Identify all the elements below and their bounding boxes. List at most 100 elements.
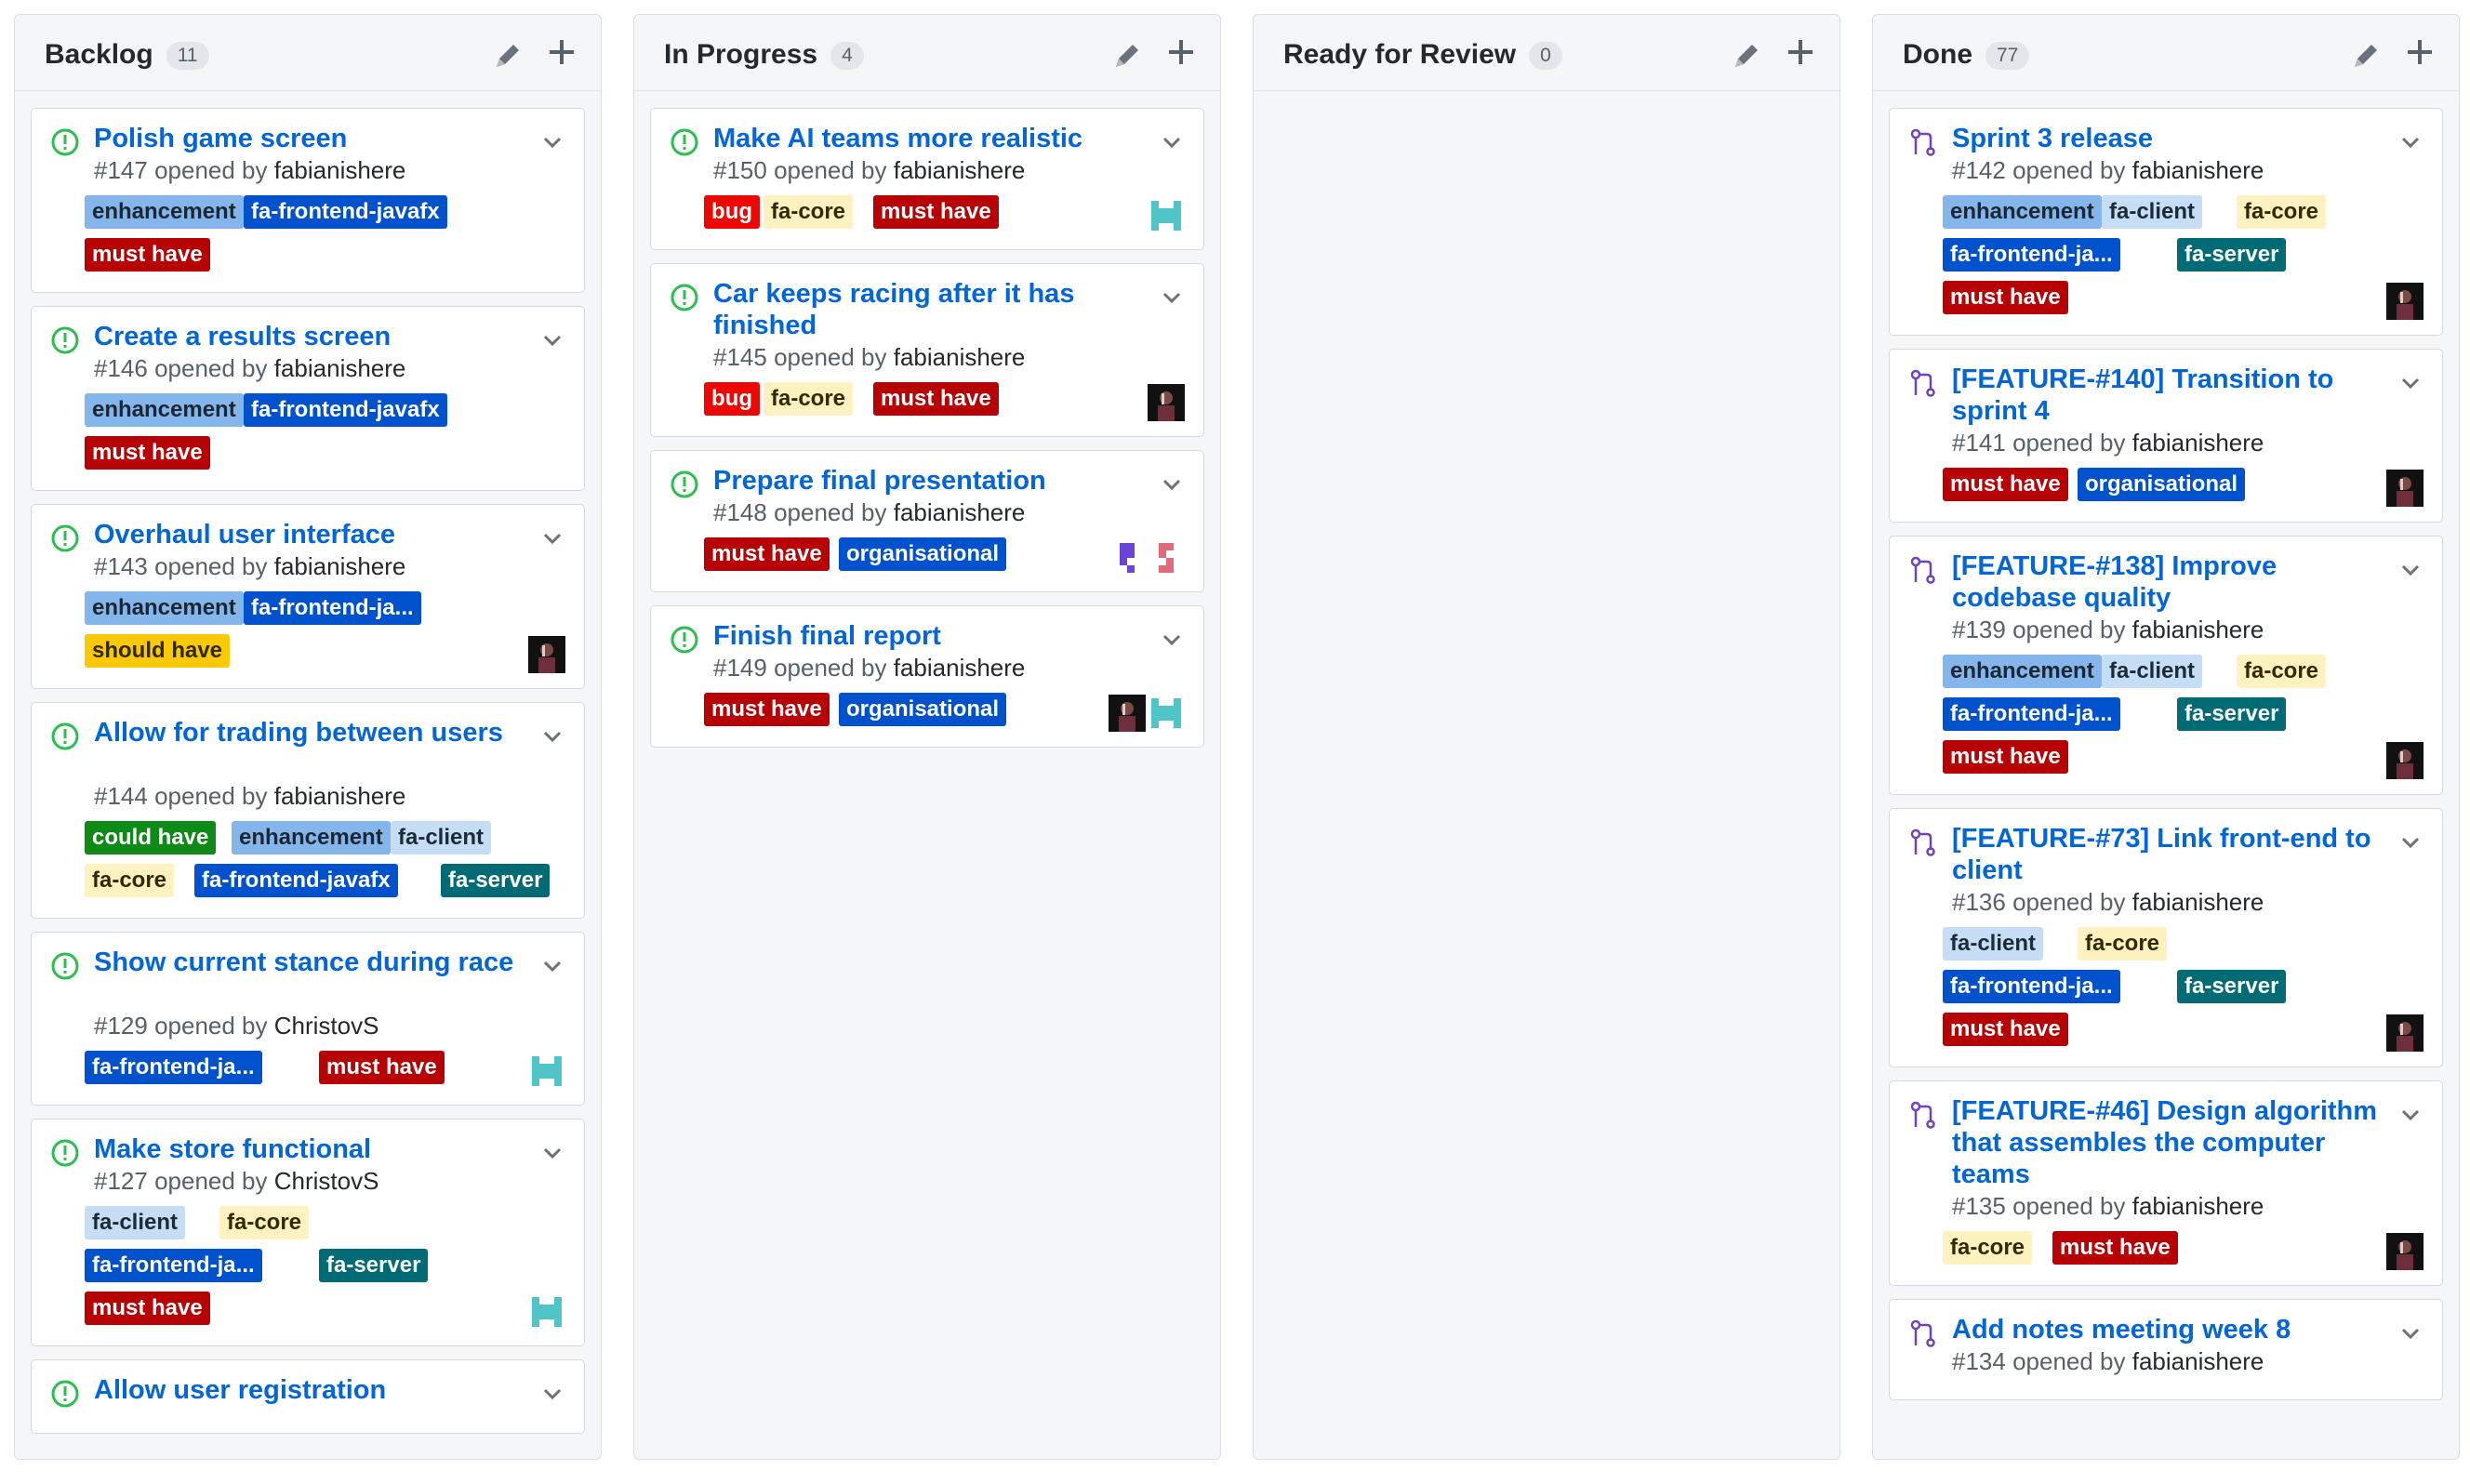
- teal-identicon-avatar[interactable]: [528, 1053, 565, 1090]
- label-must-have[interactable]: must have: [704, 693, 830, 726]
- card-title-link[interactable]: Finish final report: [713, 620, 1150, 652]
- issue-card[interactable]: Show current stance during race #129 open…: [31, 932, 585, 1106]
- label-fa-frontend-ja[interactable]: fa-frontend-ja...: [1943, 238, 2120, 272]
- edit-icon[interactable]: [489, 37, 526, 74]
- label-could-have[interactable]: could have: [85, 821, 217, 855]
- chevron-down-icon[interactable]: [2397, 557, 2424, 583]
- label-must-have[interactable]: must have: [2052, 1231, 2178, 1265]
- chevron-down-icon[interactable]: [539, 1381, 565, 1407]
- label-enhancement[interactable]: enhancement: [1943, 655, 2102, 688]
- issue-card[interactable]: Sprint 3 release #142 opened by fabianish…: [1889, 108, 2443, 336]
- edit-icon[interactable]: [2347, 37, 2384, 74]
- label-fa-client[interactable]: fa-client: [2102, 195, 2203, 229]
- card-title-link[interactable]: [FEATURE-#73] Link front-end to client: [1952, 823, 2389, 886]
- label-fa-frontend-javafx[interactable]: fa-frontend-javafx: [244, 195, 447, 229]
- label-must-have[interactable]: must have: [704, 537, 830, 571]
- photo-avatar[interactable]: [528, 636, 565, 673]
- label-fa-frontend-javafx[interactable]: fa-frontend-javafx: [244, 393, 447, 427]
- card-title-link[interactable]: [FEATURE-#138] Improve codebase quality: [1952, 550, 2389, 614]
- card-title-link[interactable]: Show current stance during race: [94, 947, 531, 978]
- photo-avatar[interactable]: [1109, 695, 1146, 732]
- author-name[interactable]: ChristovS: [274, 1012, 379, 1040]
- chevron-down-icon[interactable]: [2397, 370, 2424, 396]
- label-fa-core[interactable]: fa-core: [219, 1206, 310, 1239]
- author-name[interactable]: fabianishere: [894, 498, 1026, 526]
- card-title-link[interactable]: Allow for trading between users: [94, 717, 531, 749]
- label-fa-server[interactable]: fa-server: [2177, 697, 2287, 731]
- label-fa-core[interactable]: fa-core: [85, 864, 175, 897]
- photo-avatar[interactable]: [2386, 1014, 2424, 1052]
- card-title-link[interactable]: Overhaul user interface: [94, 519, 531, 550]
- author-name[interactable]: fabianishere: [274, 156, 406, 184]
- author-name[interactable]: fabianishere: [894, 654, 1026, 682]
- label-organisational[interactable]: organisational: [2078, 468, 2246, 501]
- issue-card[interactable]: Finish final report #149 opened by fabian…: [650, 605, 1204, 748]
- teal-identicon-avatar[interactable]: [1148, 695, 1185, 732]
- issue-card[interactable]: [FEATURE-#46] Design algorithm that asse…: [1889, 1080, 2443, 1286]
- author-name[interactable]: fabianishere: [894, 156, 1026, 184]
- photo-avatar[interactable]: [2386, 742, 2424, 779]
- label-enhancement[interactable]: enhancement: [1943, 195, 2102, 229]
- chevron-down-icon[interactable]: [2397, 1320, 2424, 1346]
- card-title-link[interactable]: Make AI teams more realistic: [713, 123, 1150, 154]
- edit-icon[interactable]: [1728, 37, 1765, 74]
- label-must-have[interactable]: must have: [873, 382, 999, 416]
- label-fa-frontend-ja[interactable]: fa-frontend-ja...: [244, 591, 421, 625]
- label-fa-client[interactable]: fa-client: [1943, 927, 2044, 961]
- author-name[interactable]: fabianishere: [2132, 1347, 2264, 1375]
- chevron-down-icon[interactable]: [2397, 129, 2424, 155]
- label-fa-client[interactable]: fa-client: [2102, 655, 2203, 688]
- author-name[interactable]: fabianishere: [2132, 616, 2264, 643]
- teal-identicon-avatar[interactable]: [1148, 197, 1185, 234]
- card-title-link[interactable]: Allow user registration: [94, 1374, 531, 1406]
- chevron-down-icon[interactable]: [2397, 1102, 2424, 1128]
- label-fa-frontend-ja[interactable]: fa-frontend-ja...: [1943, 970, 2120, 1003]
- plus-icon[interactable]: [543, 33, 580, 71]
- label-organisational[interactable]: organisational: [839, 537, 1007, 571]
- issue-card[interactable]: Overhaul user interface #143 opened by fa…: [31, 504, 585, 689]
- label-fa-server[interactable]: fa-server: [319, 1249, 429, 1282]
- author-name[interactable]: fabianishere: [274, 354, 406, 382]
- issue-card[interactable]: [FEATURE-#138] Improve codebase quality #…: [1889, 536, 2443, 795]
- issue-card[interactable]: Allow for trading between users #144 open…: [31, 702, 585, 919]
- label-must-have[interactable]: must have: [1943, 468, 2068, 501]
- issue-card[interactable]: [FEATURE-#73] Link front-end to client #1…: [1889, 808, 2443, 1067]
- chevron-down-icon[interactable]: [1159, 627, 1185, 653]
- photo-avatar[interactable]: [1148, 384, 1185, 421]
- label-fa-frontend-javafx[interactable]: fa-frontend-javafx: [194, 864, 398, 897]
- label-enhancement[interactable]: enhancement: [85, 393, 244, 427]
- purple-identicon-avatar[interactable]: [1109, 539, 1146, 576]
- label-fa-core[interactable]: fa-core: [2237, 655, 2327, 688]
- label-fa-server[interactable]: fa-server: [441, 864, 551, 897]
- label-fa-client[interactable]: fa-client: [391, 821, 492, 855]
- teal-identicon-avatar[interactable]: [528, 1293, 565, 1331]
- chevron-down-icon[interactable]: [2397, 829, 2424, 855]
- card-title-link[interactable]: Sprint 3 release: [1952, 123, 2389, 154]
- issue-card[interactable]: Prepare final presentation #148 opened by…: [650, 450, 1204, 592]
- label-bug[interactable]: bug: [704, 382, 760, 416]
- card-title-link[interactable]: Add notes meeting week 8: [1952, 1314, 2389, 1345]
- label-must-have[interactable]: must have: [319, 1051, 445, 1084]
- author-name[interactable]: fabianishere: [2132, 888, 2264, 916]
- chevron-down-icon[interactable]: [539, 1140, 565, 1166]
- label-fa-core[interactable]: fa-core: [2078, 927, 2168, 961]
- label-fa-core[interactable]: fa-core: [1943, 1231, 2033, 1265]
- label-fa-core[interactable]: fa-core: [764, 195, 854, 229]
- label-enhancement[interactable]: enhancement: [85, 591, 244, 625]
- label-fa-frontend-ja[interactable]: fa-frontend-ja...: [1943, 697, 2120, 731]
- author-name[interactable]: fabianishere: [2132, 1192, 2264, 1220]
- author-name[interactable]: fabianishere: [894, 343, 1026, 371]
- label-must-have[interactable]: must have: [85, 238, 210, 272]
- author-name[interactable]: fabianishere: [2132, 156, 2264, 184]
- label-fa-core[interactable]: fa-core: [2237, 195, 2327, 229]
- card-title-link[interactable]: [FEATURE-#140] Transition to sprint 4: [1952, 364, 2389, 427]
- label-should-have[interactable]: should have: [85, 634, 231, 668]
- issue-card[interactable]: Make store functional #127 opened by Chri…: [31, 1119, 585, 1346]
- label-fa-frontend-ja[interactable]: fa-frontend-ja...: [85, 1249, 262, 1282]
- author-name[interactable]: fabianishere: [274, 552, 406, 580]
- label-must-have[interactable]: must have: [1943, 281, 2068, 314]
- chevron-down-icon[interactable]: [539, 525, 565, 551]
- label-bug[interactable]: bug: [704, 195, 760, 229]
- card-title-link[interactable]: [FEATURE-#46] Design algorithm that asse…: [1952, 1095, 2389, 1190]
- issue-card[interactable]: Create a results screen #146 opened by fa…: [31, 306, 585, 491]
